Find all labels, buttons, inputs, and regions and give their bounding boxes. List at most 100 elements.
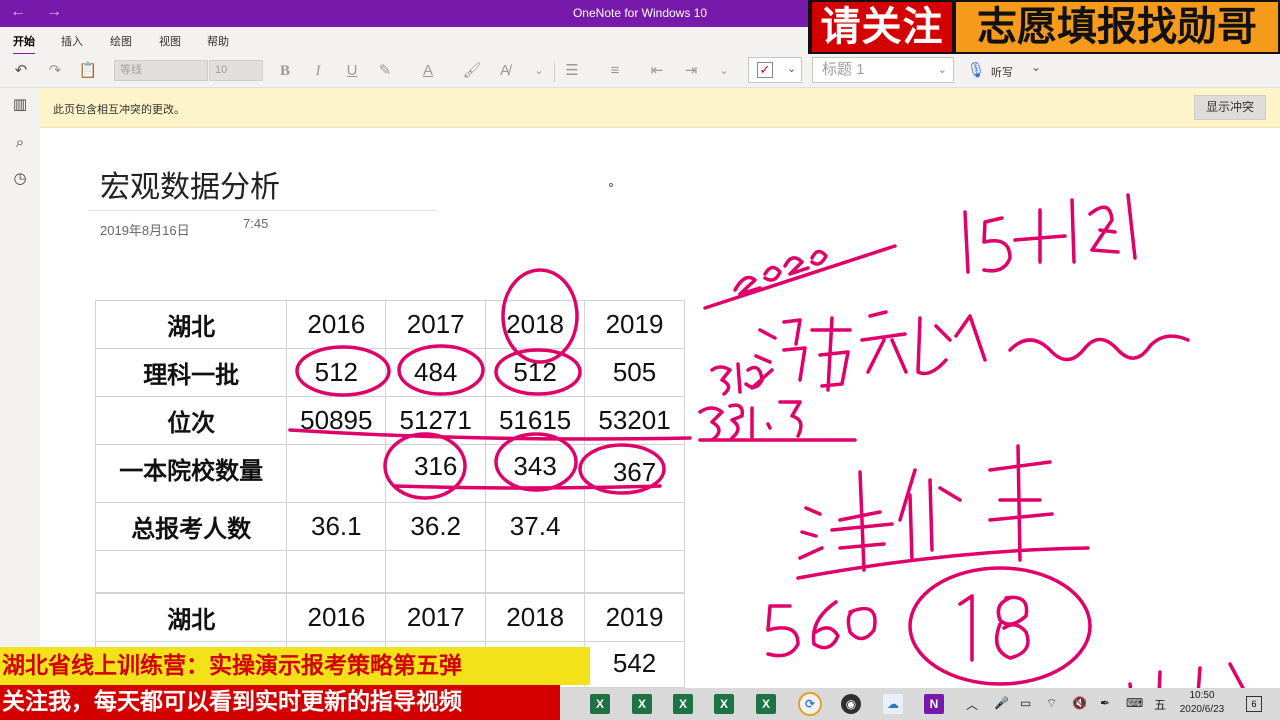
- sync-app-icon[interactable]: ⟳: [798, 692, 822, 716]
- format-painter-icon[interactable]: 🖌: [461, 60, 483, 82]
- table-cell[interactable]: 51271: [385, 396, 487, 445]
- underline-icon[interactable]: U: [341, 60, 363, 82]
- table-cell[interactable]: [584, 502, 685, 551]
- table-row: 一本院校数量 316 343 367: [94, 444, 685, 503]
- chevron-down-icon[interactable]: ⌄: [713, 60, 735, 82]
- table-cell[interactable]: [485, 550, 586, 593]
- excel-app-icon[interactable]: X: [673, 694, 693, 714]
- ink-stroke: [846, 606, 877, 641]
- chevron-down-icon: ⌄: [937, 64, 947, 76]
- table-cell[interactable]: 505: [584, 348, 685, 397]
- dictate-button[interactable]: 听写: [991, 64, 1013, 80]
- tab-view[interactable]: 视图: [159, 33, 181, 49]
- outdent-icon[interactable]: ⇤: [646, 60, 668, 82]
- table-cell[interactable]: 36.1: [286, 502, 387, 551]
- italic-icon[interactable]: I: [307, 60, 329, 82]
- table-cell[interactable]: 位次: [94, 396, 288, 445]
- table-cell[interactable]: 36.2: [385, 502, 487, 551]
- table-row: 理科一批 512 484 512 505: [94, 348, 685, 397]
- table-cell[interactable]: 2018: [485, 300, 586, 349]
- wifi-icon[interactable]: ⌔: [1046, 696, 1057, 711]
- table-cell[interactable]: 2019: [584, 593, 685, 642]
- chevron-down-icon[interactable]: ⌄: [528, 60, 550, 82]
- ink-stroke: [963, 210, 1012, 274]
- data-table-1[interactable]: 湖北 2016 2017 2018 2019 理科一批 512 484 512 …: [94, 300, 685, 593]
- ime-indicator[interactable]: 五: [1154, 696, 1166, 713]
- onenote-app-icon[interactable]: N: [924, 694, 944, 714]
- todo-tag-box[interactable]: ✓ ⌄: [748, 57, 802, 83]
- tab-insert[interactable]: 插入: [61, 33, 83, 49]
- bold-icon[interactable]: B: [274, 60, 296, 82]
- style-dropdown[interactable]: 标题 1 ⌄: [812, 57, 954, 83]
- bullet-list-icon[interactable]: ☰: [561, 60, 583, 82]
- excel-app-icon[interactable]: X: [714, 694, 734, 714]
- excel-app-icon[interactable]: X: [590, 694, 610, 714]
- table-cell[interactable]: 542: [584, 641, 685, 688]
- tab-draw[interactable]: 绘图: [110, 33, 132, 49]
- notification-center-icon[interactable]: 6: [1246, 696, 1262, 712]
- table-cell[interactable]: 2019: [584, 300, 685, 349]
- redo-icon[interactable]: ↷: [44, 60, 66, 82]
- table-cell[interactable]: 2017: [385, 300, 487, 349]
- notebooks-icon[interactable]: ▥: [9, 94, 31, 116]
- table-cell[interactable]: [286, 444, 387, 503]
- table-cell[interactable]: 53201: [584, 396, 685, 445]
- tab-home[interactable]: 开始: [13, 33, 35, 55]
- table-cell[interactable]: 2016: [286, 300, 387, 349]
- taskbar-clock[interactable]: 10:50 2020/6/23: [1170, 689, 1234, 717]
- font-color-icon[interactable]: A: [417, 60, 439, 82]
- table-cell[interactable]: 512: [485, 348, 586, 397]
- excel-app-icon[interactable]: X: [632, 694, 652, 714]
- table-cell[interactable]: 2017: [385, 593, 487, 642]
- clock-time: 10:50: [1189, 690, 1215, 701]
- chevron-up-icon[interactable]: ︿: [966, 696, 978, 713]
- table-cell[interactable]: [584, 550, 685, 593]
- table-cell[interactable]: 367: [584, 444, 685, 503]
- excel-app-icon[interactable]: X: [756, 694, 776, 714]
- chevron-down-icon[interactable]: ⌄: [1031, 60, 1041, 74]
- table-cell[interactable]: 湖北: [94, 593, 288, 642]
- pen-tray-icon[interactable]: ✒: [1100, 696, 1110, 710]
- tab-help[interactable]: 帮助: [207, 33, 229, 49]
- clear-format-icon[interactable]: A̸: [494, 60, 516, 82]
- table-cell[interactable]: 37.4: [485, 502, 586, 551]
- indent-icon[interactable]: ⇥: [680, 60, 702, 82]
- volume-muted-icon[interactable]: 🔇: [1072, 696, 1087, 710]
- table-cell[interactable]: 2018: [485, 593, 586, 642]
- table-cell[interactable]: 51615: [485, 396, 586, 445]
- ink-stroke: [733, 249, 828, 296]
- table-cell[interactable]: 512: [286, 348, 387, 397]
- microphone-icon[interactable]: 🎙: [965, 60, 987, 82]
- clipboard-icon[interactable]: 📋: [77, 60, 99, 82]
- numbered-list-icon[interactable]: ≡: [604, 60, 626, 82]
- table-cell[interactable]: 50895: [286, 396, 387, 445]
- search-icon[interactable]: ⌕: [9, 132, 31, 154]
- font-name-box[interactable]: 等线: [114, 60, 208, 81]
- table-cell[interactable]: 2016: [286, 593, 387, 642]
- undo-icon[interactable]: ↶: [10, 60, 32, 82]
- toolbar-divider: [554, 62, 555, 82]
- page-date: 2019年8月16日: [100, 223, 190, 238]
- table-cell[interactable]: [94, 550, 288, 593]
- table-cell[interactable]: 343: [485, 444, 586, 503]
- table-cell[interactable]: [286, 550, 387, 593]
- table-cell[interactable]: 一本院校数量: [94, 444, 288, 503]
- cloud-app-icon[interactable]: ☁: [883, 694, 903, 714]
- display-tray-icon[interactable]: ▭: [1020, 696, 1031, 710]
- table-cell[interactable]: 316: [385, 444, 487, 503]
- table-cell[interactable]: 理科一批: [94, 348, 288, 397]
- page-title[interactable]: 宏观数据分析: [100, 162, 280, 206]
- table-cell[interactable]: 484: [385, 348, 487, 397]
- recent-clock-icon[interactable]: ◷: [9, 168, 31, 190]
- show-conflicts-button[interactable]: 显示冲突: [1194, 95, 1266, 120]
- ink-stroke: [766, 604, 800, 658]
- table-cell[interactable]: 总报考人数: [94, 502, 288, 551]
- keyboard-tray-icon[interactable]: ⌨: [1126, 696, 1143, 710]
- table-cell[interactable]: [385, 550, 487, 593]
- media-app-icon[interactable]: ◉: [841, 694, 861, 714]
- font-size-box[interactable]: 10: [209, 60, 263, 81]
- highlighter-icon[interactable]: ✎: [374, 60, 396, 82]
- ink-stroke: [1008, 334, 1190, 362]
- table-cell[interactable]: 湖北: [94, 300, 288, 349]
- microphone-tray-icon[interactable]: 🎤: [994, 696, 1009, 710]
